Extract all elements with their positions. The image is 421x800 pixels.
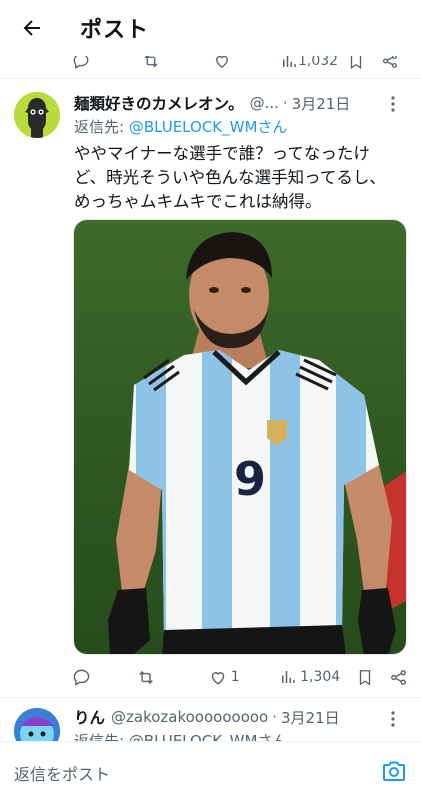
separator-dot: · [282, 94, 288, 112]
tweet-text-line: ややマイナーな選手で誰？ってなったけ [74, 144, 370, 163]
separator-dot: · [272, 708, 278, 726]
tweet-header: りん @zakozakooooooooo · 3月21日 [74, 706, 340, 728]
reply-composer: 返信をポスト [0, 741, 421, 800]
add-photo-button[interactable] [381, 759, 407, 783]
tweet-text-line: めっちゃムキムキでこれは納得。 [74, 192, 322, 211]
reply-mention-link[interactable]: @BLUELOCK_WMさん [129, 118, 288, 136]
share-icon [391, 669, 406, 685]
character-avatar-icon [14, 92, 60, 138]
user-handle[interactable]: @... [250, 94, 279, 112]
avatar[interactable] [14, 92, 60, 138]
reply-button[interactable] [72, 668, 91, 687]
more-options-button[interactable] [383, 94, 403, 114]
player-photo-image: 9 [74, 220, 406, 654]
tweet-header: 麺類好きのカメレオン。 @... · 3月21日 [74, 92, 404, 114]
bookmark-button[interactable] [356, 668, 374, 687]
views-count: 1,304 [300, 669, 341, 685]
heart-icon [211, 671, 225, 685]
views-icon [282, 671, 295, 683]
like-count: 1 [230, 669, 240, 685]
repost-icon [139, 670, 154, 684]
display-name[interactable]: 麺類好きのカメレオン。 [74, 92, 244, 114]
tweet-photo[interactable]: 9 [73, 219, 407, 655]
bookmark-icon [359, 669, 370, 686]
reply-icon [73, 669, 90, 686]
divider [0, 78, 421, 79]
more-vertical-icon [391, 711, 395, 727]
jersey-number: 9 [234, 452, 266, 506]
display-name[interactable]: りん [74, 706, 105, 728]
post-date[interactable]: 3月21日 [281, 707, 340, 728]
camera-icon [383, 761, 405, 781]
back-button[interactable] [6, 2, 58, 54]
page-title: ポスト [80, 18, 150, 43]
like-button[interactable]: 1 [208, 668, 240, 687]
tweet-text-line: ど、時光そういや色んな選手知ってるし、 [74, 168, 386, 187]
repost-button[interactable] [136, 668, 156, 687]
arrow-left-icon [23, 20, 40, 36]
more-options-button[interactable] [383, 709, 403, 729]
user-handle[interactable]: @zakozakooooooooo [111, 708, 268, 726]
post-date[interactable]: 3月21日 [292, 93, 351, 114]
tweet-text: ややマイナーな選手で誰？ってなったけ ど、時光そういや色んな選手知ってるし、 め… [74, 142, 410, 214]
reply-prefix: 返信先: [74, 118, 129, 136]
share-button[interactable] [389, 668, 408, 687]
reply-input[interactable]: 返信をポスト [14, 761, 110, 785]
reply-to-line: 返信先: @BLUELOCK_WMさん [74, 116, 287, 137]
divider [0, 697, 421, 698]
top-app-bar: ポスト [0, 0, 421, 56]
views-button[interactable]: 1,304 [279, 668, 340, 686]
tweet-actions: 1 1,304 [72, 664, 408, 690]
more-vertical-icon [391, 96, 395, 112]
